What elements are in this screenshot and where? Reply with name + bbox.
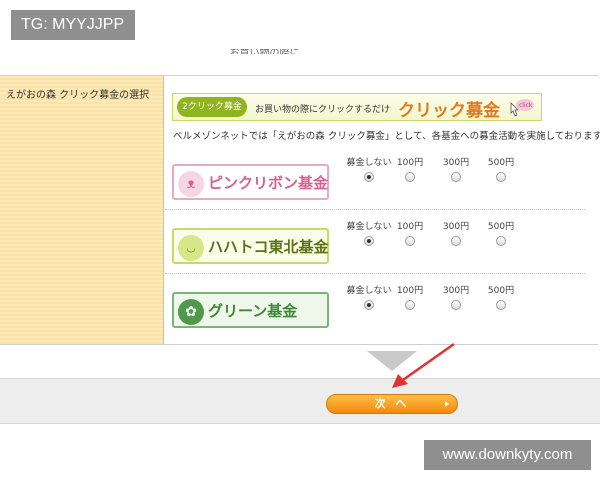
page: TG: MYYJJPP ...お買い物の際に... えがおの森 クリック募金の選… <box>0 0 600 480</box>
annotation-arrow-icon <box>392 342 455 388</box>
top-area: TG: MYYJJPP ...お買い物の際に... <box>0 0 600 75</box>
radio-300[interactable] <box>451 236 461 246</box>
option-none: 募金しない <box>345 156 393 185</box>
option-label: 100円 <box>396 222 424 232</box>
option-label: 募金しない <box>346 158 392 168</box>
option-label: 500円 <box>487 286 515 296</box>
option-label: 300円 <box>442 222 470 232</box>
tg-overlay-label: TG: MYYJJPP <box>11 10 135 40</box>
click-donation-banner: 2クリック募金 お買い物の際にクリックするだけ クリック募金 click <box>172 93 542 121</box>
banner-badge: 2クリック募金 <box>177 97 247 117</box>
option-500: 500円 <box>486 220 516 249</box>
radio-500[interactable] <box>496 300 506 310</box>
option-label: 300円 <box>442 158 470 168</box>
option-100: 100円 <box>395 284 425 313</box>
fund-logo-green: ✿ グリーン基金 <box>172 292 329 328</box>
radio-500[interactable] <box>496 236 506 246</box>
footer-bar: 次 へ <box>0 378 600 424</box>
clipped-text-line: ...お買い物の際に... <box>220 49 310 59</box>
option-500: 500円 <box>486 284 516 313</box>
radio-none[interactable] <box>364 300 374 310</box>
fund-name: ハハトコ東北基金 <box>208 238 329 256</box>
fund-logo-pink-ribbon: ᴥ ピンクリボン基金 <box>172 164 329 200</box>
pointer-hand-icon: click <box>510 99 534 117</box>
radio-none[interactable] <box>364 172 374 182</box>
option-label: 100円 <box>396 286 424 296</box>
option-label: 300円 <box>442 286 470 296</box>
fund-name: グリーン基金 <box>208 302 298 320</box>
radio-100[interactable] <box>405 172 415 182</box>
option-label: 募金しない <box>346 286 392 296</box>
option-100: 100円 <box>395 156 425 185</box>
option-label: 500円 <box>487 222 515 232</box>
fund-row-pink-ribbon: ᴥ ピンクリボン基金 募金しない 100円 300円 500円 <box>165 146 585 210</box>
donation-selection-table: えがおの森 クリック募金の選択 2クリック募金 お買い物の際にクリックするだけ … <box>0 75 600 345</box>
row-label-cell: えがおの森 クリック募金の選択 <box>0 76 164 344</box>
option-label: 500円 <box>487 158 515 168</box>
option-none: 募金しない <box>345 220 393 249</box>
smile-face-icon: ◡ <box>178 235 204 261</box>
row-label: えがおの森 クリック募金の選択 <box>6 90 150 101</box>
option-500: 500円 <box>486 156 516 185</box>
radio-100[interactable] <box>405 300 415 310</box>
row-content-cell: 2クリック募金 お買い物の際にクリックするだけ クリック募金 click ベルメ… <box>165 76 600 344</box>
option-label: 募金しない <box>346 222 392 232</box>
fund-name: ピンクリボン基金 <box>208 174 329 192</box>
option-none: 募金しない <box>345 284 393 313</box>
tree-icon: ✿ <box>178 299 204 325</box>
radio-100[interactable] <box>405 236 415 246</box>
fund-row-tohoku: ◡ ハハトコ東北基金 募金しない 100円 300円 500円 <box>165 210 585 274</box>
option-300: 300円 <box>441 284 471 313</box>
option-100: 100円 <box>395 220 425 249</box>
option-300: 300円 <box>441 220 471 249</box>
donation-description: ベルメゾンネットでは「えがおの森 クリック募金」として、各基金への募金活動を実施… <box>173 131 600 142</box>
option-label: 100円 <box>396 158 424 168</box>
radio-none[interactable] <box>364 236 374 246</box>
radio-300[interactable] <box>451 172 461 182</box>
banner-subtitle: お買い物の際にクリックするだけ <box>255 105 391 115</box>
radio-300[interactable] <box>451 300 461 310</box>
radio-500[interactable] <box>496 172 506 182</box>
click-tag-text: click <box>519 102 533 109</box>
option-300: 300円 <box>441 156 471 185</box>
play-arrow-icon <box>445 401 449 407</box>
watermark-label: www.downkyty.com <box>424 440 591 470</box>
fund-logo-tohoku: ◡ ハハトコ東北基金 <box>172 228 329 264</box>
pink-ribbon-icon: ᴥ <box>178 171 204 197</box>
fund-row-green: ✿ グリーン基金 募金しない 100円 300円 500円 <box>165 274 585 338</box>
banner-title: クリック募金 <box>398 101 500 121</box>
